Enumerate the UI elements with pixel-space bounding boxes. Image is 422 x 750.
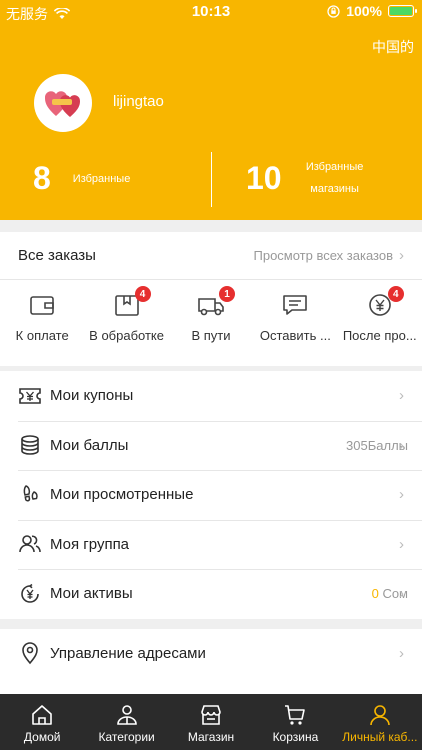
menu-item-label: Мои активы — [50, 585, 133, 603]
chevron-right-icon: › — [399, 585, 404, 603]
package-icon: 4 — [112, 286, 151, 318]
all-orders-title: Все заказы — [18, 247, 96, 264]
battery-icon — [388, 5, 417, 17]
order-tab-label: Оставить ... — [259, 328, 331, 343]
order-tab-processing[interactable]: 4 В обработке — [84, 280, 168, 366]
profile-header: 中国的 lijingtao 8 Избранные 10 Избранные м… — [0, 24, 422, 220]
avatar[interactable] — [34, 74, 92, 132]
orientation-lock-icon — [327, 4, 340, 18]
hearts-avatar-icon — [44, 91, 81, 117]
badge: 1 — [218, 286, 235, 302]
favorite-shops-stat[interactable]: 10 Избранные магазины — [246, 156, 371, 200]
tab-label: Магазин — [187, 730, 235, 744]
address-menu: Управление адресами › — [0, 629, 422, 695]
shop-icon — [201, 705, 221, 725]
chevron-right-icon: › — [399, 247, 404, 264]
menu-item-label: Мои баллы — [50, 436, 129, 454]
view-all-orders-link[interactable]: Просмотр всех заказов › — [254, 247, 405, 264]
view-all-orders-label: Просмотр всех заказов — [253, 248, 394, 263]
coupon-icon — [18, 384, 42, 408]
favorites-count: 8 — [33, 160, 51, 196]
all-orders-row[interactable]: Все заказы Просмотр всех заказов › — [0, 232, 422, 280]
order-tab-to-pay[interactable]: К оплате — [0, 280, 84, 366]
user-icon — [370, 705, 390, 726]
language-switch[interactable]: 中国的 — [372, 37, 414, 57]
order-tab-after-sale[interactable]: 4 После про... — [338, 280, 422, 366]
tab-label: Личный каб... — [342, 730, 418, 744]
menu-item-label: Мои просмотренные — [50, 486, 194, 504]
status-bar: 无服务 10:13 100% — [0, 0, 422, 24]
assets-unit: Сом — [382, 586, 408, 602]
menu-item-points[interactable]: Мои баллы 305Баллы › — [0, 420, 422, 471]
order-tab-label: В обработке — [89, 328, 164, 343]
assets-amount: 0 — [371, 586, 379, 602]
order-tab-label: В пути — [191, 328, 231, 343]
shops-label: Избранные магазины — [305, 161, 364, 195]
order-tab-shipping[interactable]: 1 В пути — [169, 280, 253, 366]
menu-item-group[interactable]: Моя группа › — [0, 519, 422, 570]
menu-item-label: Мои купоны — [50, 387, 134, 405]
menu-item-addresses[interactable]: Управление адресами › — [0, 629, 422, 677]
home-icon — [32, 705, 53, 725]
assets-icon — [18, 582, 42, 606]
menu-item-label: Моя группа — [50, 535, 130, 553]
menu-item-viewed[interactable]: Мои просмотренные › — [0, 470, 422, 520]
tab-label: Домой — [23, 730, 61, 744]
badge: 4 — [134, 286, 151, 302]
username[interactable]: lijingtao — [113, 93, 164, 110]
menu-item-coupons[interactable]: Мои купоны › — [0, 371, 422, 421]
categories-icon — [116, 705, 137, 725]
footprint-icon — [18, 483, 42, 507]
favorites-label: Избранные — [72, 172, 131, 185]
badge: 4 — [387, 286, 404, 302]
location-pin-icon — [18, 641, 42, 665]
order-tab-label: К оплате — [15, 328, 69, 343]
truck-icon: 1 — [196, 286, 235, 318]
favorites-stat[interactable]: 8 Избранные — [33, 160, 130, 197]
tab-label: Категории — [98, 730, 155, 744]
tab-categories[interactable]: Категории — [84, 694, 168, 750]
order-tab-label: После про... — [342, 328, 417, 343]
tab-profile[interactable]: Личный каб... — [338, 694, 422, 750]
chevron-right-icon: › — [399, 436, 404, 454]
cart-icon — [285, 705, 306, 725]
menu-item-label: Управление адресами — [50, 644, 206, 662]
tab-shop[interactable]: Магазин — [169, 694, 253, 750]
menu-item-assets[interactable]: Мои активы 0 Сом › — [0, 569, 422, 619]
comment-icon — [280, 292, 310, 318]
yuan-refund-icon: 4 — [365, 286, 404, 318]
tab-label: Корзина — [272, 730, 319, 744]
tab-cart[interactable]: Корзина — [253, 694, 337, 750]
order-tab-review[interactable]: Оставить ... — [253, 280, 337, 366]
group-icon — [18, 532, 42, 556]
bottom-tab-bar: Домой Категории Магазин Корзина Личный к… — [0, 694, 422, 750]
coins-icon — [18, 433, 42, 457]
stats-divider — [211, 152, 212, 207]
shops-count: 10 — [246, 159, 282, 196]
chevron-right-icon: › — [399, 486, 404, 504]
wallet-icon — [27, 292, 57, 318]
chevron-right-icon: › — [399, 387, 404, 405]
chevron-right-icon: › — [399, 535, 404, 553]
battery-percent: 100% — [346, 3, 382, 19]
chevron-right-icon: › — [399, 644, 404, 662]
account-menu: Мои купоны › Мои баллы 305Баллы › Мои пр… — [0, 371, 422, 619]
tab-home[interactable]: Домой — [0, 694, 84, 750]
orders-panel: Все заказы Просмотр всех заказов › К опл… — [0, 232, 422, 366]
